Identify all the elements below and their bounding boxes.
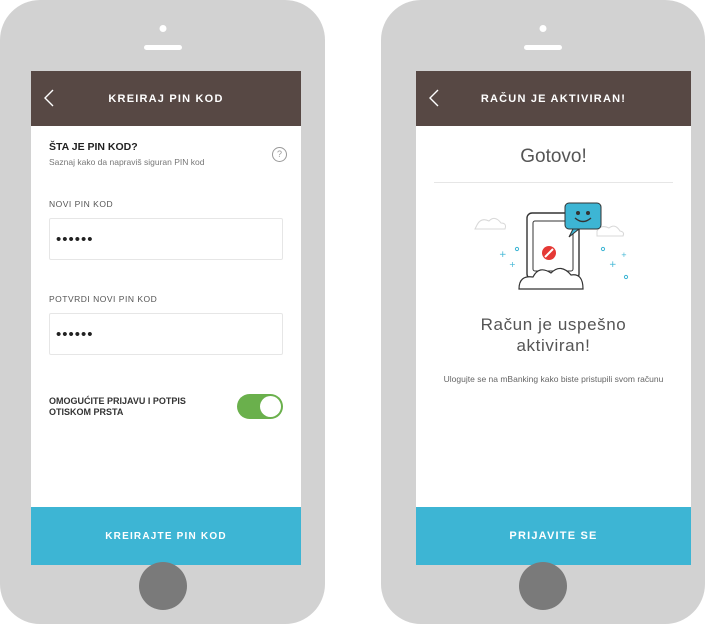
fingerprint-toggle[interactable] — [237, 394, 283, 419]
phone-frame-right: RAČUN JE AKTIVIRAN! Gotovo! + + + + Raču… — [381, 0, 705, 624]
top-bar: RAČUN JE AKTIVIRAN! — [416, 71, 691, 126]
svg-text:+: + — [509, 260, 516, 269]
svg-text:+: + — [621, 251, 627, 259]
svg-text:+: + — [499, 250, 507, 260]
pin-info-subtitle[interactable]: Saznaj kako da napraviš siguran PIN kod — [49, 157, 283, 167]
camera-dot — [159, 25, 166, 32]
speaker-slot — [143, 45, 182, 50]
page-title: KREIRAJ PIN KOD — [108, 92, 224, 105]
pin-info-title[interactable]: ŠTA JE PIN KOD? — [49, 141, 283, 153]
page-title: RAČUN JE AKTIVIRAN! — [480, 92, 627, 105]
confirm-pin-label: POTVRDI NOVI PIN KOD — [49, 294, 158, 304]
confirm-pin-input[interactable]: •••••• — [49, 313, 283, 355]
fingerprint-toggle-row: OMOGUĆITE PRIJAVU I POTPIS OTISKOM PRSTA — [49, 394, 283, 419]
chevron-left-icon[interactable] — [43, 88, 55, 108]
create-pin-screen: KREIRAJ PIN KOD ŠTA JE PIN KOD? Saznaj k… — [31, 71, 301, 565]
chevron-left-icon[interactable] — [428, 88, 440, 108]
new-pin-input[interactable]: •••••• — [49, 218, 283, 260]
confirm-pin-value: •••••• — [56, 325, 94, 343]
login-info-text: Ulogujte se na mBanking kako biste prist… — [443, 374, 664, 384]
camera-dot — [539, 25, 547, 32]
success-message-line2: aktiviran! — [516, 336, 591, 355]
new-pin-value: •••••• — [56, 230, 94, 248]
divider — [434, 182, 673, 183]
svg-text:+: + — [609, 260, 617, 270]
account-activated-screen: RAČUN JE AKTIVIRAN! Gotovo! + + + + Raču… — [416, 71, 691, 565]
home-button[interactable] — [519, 562, 567, 610]
pin-form: ŠTA JE PIN KOD? Saznaj kako da napraviš … — [31, 141, 301, 419]
fingerprint-toggle-label: OMOGUĆITE PRIJAVU I POTPIS OTISKOM PRSTA — [49, 396, 186, 418]
success-message: Račun je uspešno aktiviran! — [416, 314, 691, 356]
success-heading: Gotovo! — [520, 146, 587, 167]
fingerprint-toggle-label-line1: OMOGUĆITE PRIJAVU I POTPIS — [49, 395, 186, 406]
phone-smile-illustration: + + + + — [473, 202, 628, 290]
login-button[interactable]: PRIJAVITE SE — [416, 507, 691, 565]
new-pin-label: NOVI PIN KOD — [49, 199, 114, 209]
question-circle-icon[interactable]: ? — [272, 147, 287, 162]
home-button[interactable] — [138, 562, 187, 610]
fingerprint-toggle-label-line2: OTISKOM PRSTA — [49, 406, 124, 417]
toggle-knob — [260, 396, 281, 417]
success-message-line1: Račun je uspešno — [480, 315, 627, 334]
top-bar: KREIRAJ PIN KOD — [31, 71, 301, 126]
create-pin-button[interactable]: KREIRAJTE PIN KOD — [31, 507, 301, 565]
speaker-slot — [524, 45, 562, 50]
phone-frame-left: KREIRAJ PIN KOD ŠTA JE PIN KOD? Saznaj k… — [0, 0, 325, 624]
